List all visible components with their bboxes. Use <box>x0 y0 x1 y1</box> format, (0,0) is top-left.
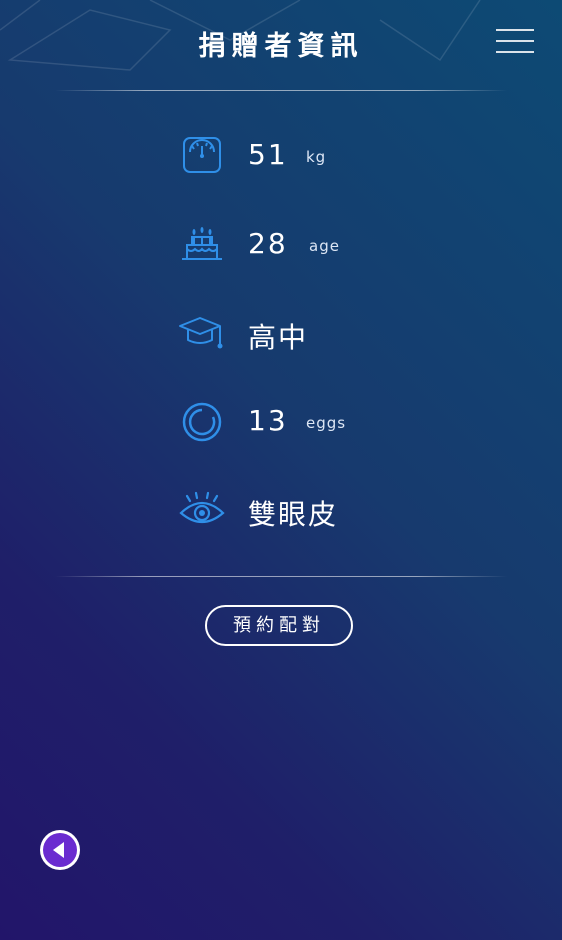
eyelid-value: 雙眼皮 <box>248 498 339 531</box>
eggs-row: 13 eggs <box>178 398 438 446</box>
bottom-divider <box>55 576 507 577</box>
weight-unit: kg <box>306 148 327 166</box>
education-value: 高中 <box>248 321 309 354</box>
age-value: 28 <box>248 227 288 260</box>
egg-ring-icon <box>182 402 222 442</box>
age-unit: age <box>309 237 340 255</box>
eye-icon <box>179 491 225 524</box>
book-match-button[interactable]: 預約配對 <box>205 605 353 646</box>
hamburger-menu-icon[interactable] <box>492 22 540 58</box>
page-title: 捐贈者資訊 <box>198 31 364 62</box>
header-bar: 捐贈者資訊 <box>0 0 562 90</box>
back-arrow-icon[interactable] <box>39 829 81 871</box>
eggs-value: 13 <box>248 404 288 437</box>
eggs-unit: eggs <box>306 414 347 432</box>
weight-scale-icon <box>183 137 221 173</box>
weight-row: 51 kg <box>178 132 438 180</box>
birthday-cake-icon <box>182 227 222 260</box>
weight-value: 51 <box>248 138 288 171</box>
age-row: 28 age <box>178 221 438 269</box>
graduation-cap-icon <box>179 317 223 349</box>
eyelid-row: 雙眼皮 <box>178 487 438 535</box>
education-row: 高中 <box>178 310 438 358</box>
top-divider <box>55 90 507 91</box>
